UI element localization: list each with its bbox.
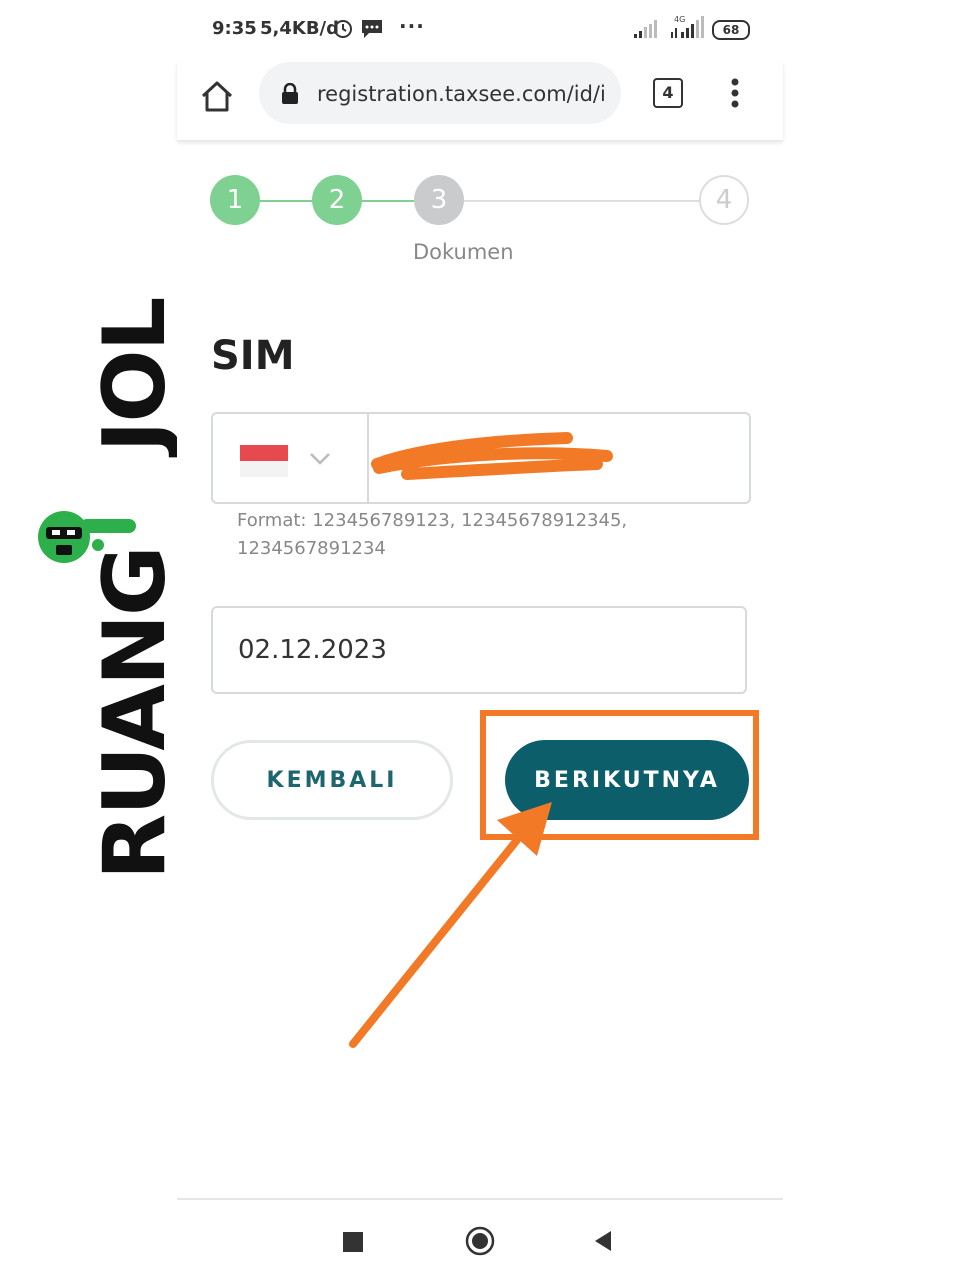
home-icon[interactable]	[199, 78, 235, 114]
step-4: 4	[699, 175, 749, 225]
stepper-line-3	[464, 200, 701, 202]
chevron-down-icon	[310, 453, 330, 465]
message-icon	[362, 20, 382, 38]
page-title: SIM	[211, 333, 295, 379]
recent-apps-icon[interactable]	[343, 1232, 363, 1252]
step-label-current: Dokumen	[413, 240, 514, 264]
signal-icon	[634, 20, 657, 38]
signal-4g-icon	[671, 16, 704, 38]
stepper-line-2	[362, 200, 414, 202]
step-3: 3	[414, 175, 464, 225]
status-speed: 5,4KB/d	[260, 18, 340, 39]
battery-indicator: 68	[712, 20, 750, 40]
browser-toolbar: registration.taxsee.com/id/i 4	[177, 60, 783, 140]
lock-icon	[282, 83, 298, 104]
address-bar[interactable]: registration.taxsee.com/id/i	[259, 62, 621, 124]
url-text: registration.taxsee.com/id/i	[317, 82, 606, 106]
annotation-arrow-icon	[349, 802, 552, 1048]
tab-switcher-button[interactable]: 4	[653, 78, 683, 108]
indonesia-flag-icon	[240, 445, 288, 477]
phone-screen: 9:35 5,4KB/d ··· 4G 68 registration.taxs…	[177, 0, 783, 1280]
more-menu-icon[interactable]	[725, 77, 745, 109]
redaction-scribble	[371, 432, 613, 480]
system-nav-bar	[177, 1198, 783, 1282]
format-hint: Format: 123456789123, 12345678912345, 12…	[237, 510, 628, 559]
watermark-text: RUANGJOL	[85, 298, 185, 880]
step-1: 1	[210, 175, 260, 225]
country-select[interactable]	[213, 414, 369, 502]
nav-home-icon[interactable]	[465, 1226, 495, 1256]
alarm-icon	[334, 20, 352, 38]
more-notifications-icon: ···	[399, 14, 425, 38]
step-2: 2	[312, 175, 362, 225]
status-bar: 9:35 5,4KB/d ··· 4G 68	[177, 0, 783, 60]
expiry-date-input[interactable]	[211, 606, 747, 694]
status-time: 9:35	[212, 18, 257, 39]
nav-back-icon[interactable]	[593, 1230, 613, 1252]
stepper-line-1	[260, 200, 312, 202]
watermark-logo-icon	[38, 511, 136, 563]
